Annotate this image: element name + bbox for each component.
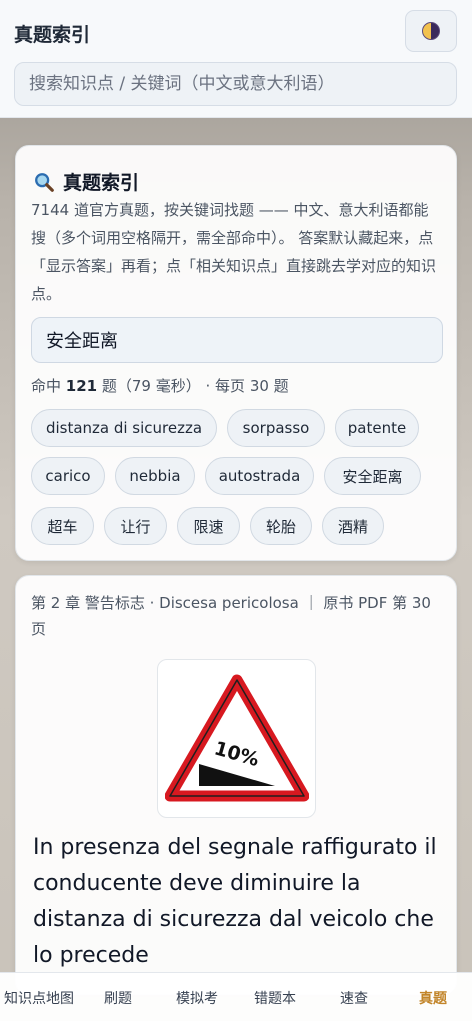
nav-item-mistakes[interactable]: 错题本 — [236, 973, 314, 1021]
search-input[interactable] — [14, 62, 457, 106]
nav-item-real-questions[interactable]: 真题 — [394, 973, 472, 1021]
keyword-chip[interactable]: 让行 — [104, 507, 167, 545]
hits-prefix: 命中 — [31, 377, 62, 395]
magnifier-icon — [35, 172, 54, 192]
page-title: 真题索引 — [14, 24, 91, 46]
keyword-chip[interactable]: nebbia — [115, 457, 195, 495]
nav-item-quick-lookup[interactable]: 速查 — [314, 973, 394, 1021]
keyword-chip[interactable]: 轮胎 — [250, 507, 312, 545]
keyword-chip[interactable]: autostrada — [205, 457, 314, 495]
steep-descent-sign: 10% — [164, 674, 309, 801]
half-moon-icon — [422, 22, 440, 40]
keyword-chip[interactable]: 酒精 — [322, 507, 384, 545]
question-meta: 第 2 章 警告标志 · Discesa pericolosa ｜ 原书 PDF… — [31, 594, 431, 638]
nav-item-practice[interactable]: 刷题 — [78, 973, 158, 1021]
theme-toggle-button[interactable] — [405, 10, 457, 52]
question-card: 第 2 章 警告标志 · Discesa pericolosa ｜ 原书 PDF… — [15, 575, 457, 995]
intro-text: 7144 道官方真题，按关键词找题 —— 中文、意大利语都能搜（多个词用空格隔开… — [31, 201, 437, 303]
question-text: In presenza del segnale raffigurato il c… — [33, 835, 437, 968]
bottom-nav: 知识点地图 刷题 模拟考 错题本 速查 真题 — [0, 972, 472, 1021]
keyword-chip[interactable]: 限速 — [177, 507, 240, 545]
keyword-chip[interactable]: 安全距离 — [324, 457, 421, 495]
nav-item-knowledge-map[interactable]: 知识点地图 — [0, 973, 78, 1021]
sign-image: 10% — [157, 659, 316, 818]
index-card: 真题索引 7144 道官方真题，按关键词找题 —— 中文、意大利语都能搜（多个词… — [15, 145, 457, 561]
keyword-chip[interactable]: patente — [335, 409, 419, 447]
keyword-chip[interactable]: distanza di sicurezza — [31, 409, 217, 447]
top-bar: 真题索引 — [0, 0, 472, 118]
nav-item-mock-exam[interactable]: 模拟考 — [158, 973, 236, 1021]
hits-suffix: 题（79 毫秒） · 每页 30 题 — [101, 377, 289, 395]
keyword-input[interactable] — [31, 317, 443, 363]
keyword-chip[interactable]: sorpasso — [227, 409, 325, 447]
card-heading: 真题索引 — [33, 168, 139, 195]
keyword-chip[interactable]: 超车 — [31, 507, 94, 545]
keyword-chip[interactable]: carico — [31, 457, 105, 495]
card-title: 真题索引 — [63, 172, 140, 194]
hits-summary: 命中 121 题（79 毫秒） · 每页 30 题 — [31, 375, 289, 396]
hits-count: 121 — [65, 377, 98, 395]
